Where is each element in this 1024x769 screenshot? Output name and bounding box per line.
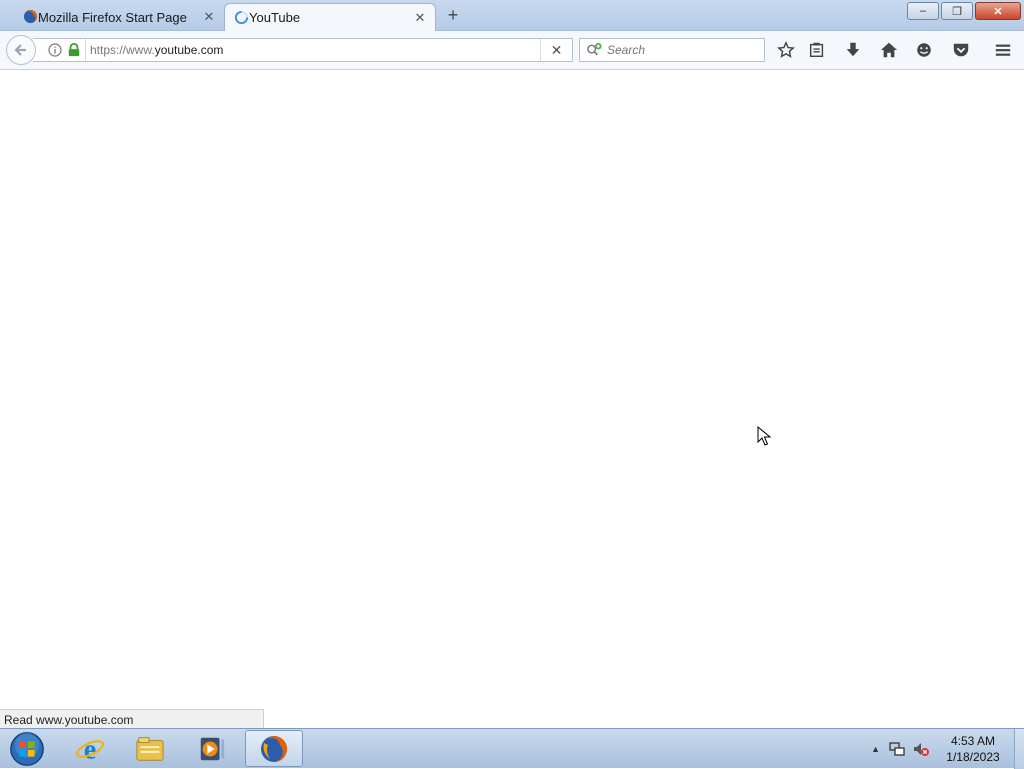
tab-close-icon[interactable]: ✕ bbox=[202, 10, 216, 24]
url-separator bbox=[85, 39, 86, 61]
restore-button[interactable]: ❐ bbox=[941, 2, 973, 20]
downloads-icon[interactable] bbox=[843, 40, 863, 60]
volume-muted-icon[interactable] bbox=[912, 740, 930, 758]
search-engine-icon[interactable] bbox=[586, 42, 603, 58]
search-bar[interactable] bbox=[579, 38, 765, 62]
media-player-icon bbox=[200, 737, 225, 760]
clock[interactable]: 4:53 AM 1/18/2023 bbox=[938, 733, 1008, 765]
new-tab-button[interactable]: + bbox=[443, 6, 463, 26]
tab-firefox-start-page[interactable]: Mozilla Firefox Start Page ✕ bbox=[14, 3, 224, 31]
loading-spinner-icon bbox=[234, 10, 249, 25]
taskbar-file-explorer[interactable] bbox=[121, 730, 179, 767]
window-controls: – ❐ ✕ bbox=[905, 2, 1021, 20]
taskbar-media-player[interactable] bbox=[183, 730, 241, 767]
clock-date: 1/18/2023 bbox=[946, 750, 1000, 764]
taskbar-internet-explorer[interactable]: e bbox=[61, 730, 119, 767]
page-content bbox=[0, 71, 1024, 709]
show-hidden-icons-icon[interactable]: ▲ bbox=[871, 744, 880, 754]
taskbar: e ▲ 4:53 AM 1/18/2023 bbox=[0, 728, 1024, 769]
home-icon[interactable] bbox=[879, 40, 899, 60]
system-tray: ▲ 4:53 AM 1/18/2023 bbox=[871, 729, 1024, 769]
site-info-icon[interactable] bbox=[47, 42, 63, 58]
tab-label: Mozilla Firefox Start Page bbox=[38, 9, 187, 25]
back-arrow-icon bbox=[14, 44, 26, 56]
close-window-button[interactable]: ✕ bbox=[975, 2, 1021, 20]
network-icon[interactable] bbox=[888, 740, 906, 758]
tab-youtube[interactable]: YouTube ✕ bbox=[224, 3, 436, 31]
firefox-icon bbox=[23, 9, 38, 24]
url-text[interactable]: https://www.youtube.com bbox=[90, 43, 540, 57]
file-explorer-icon bbox=[136, 736, 164, 761]
taskbar-firefox[interactable] bbox=[245, 730, 303, 767]
secure-lock-icon[interactable] bbox=[67, 43, 81, 57]
hello-icon[interactable] bbox=[914, 40, 934, 60]
firefox-icon bbox=[261, 735, 287, 762]
url-host: youtube.com bbox=[154, 43, 224, 57]
navigation-toolbar: https://www.youtube.com ✕ bbox=[0, 31, 1024, 70]
mouse-cursor-icon bbox=[757, 426, 771, 446]
start-button[interactable] bbox=[7, 730, 47, 768]
show-desktop-button[interactable] bbox=[1014, 729, 1024, 769]
search-input[interactable] bbox=[607, 43, 764, 57]
menu-icon[interactable] bbox=[993, 40, 1013, 60]
reading-list-icon[interactable] bbox=[807, 40, 827, 60]
stop-loading-button[interactable]: ✕ bbox=[540, 39, 572, 61]
url-prefix: https://www. bbox=[90, 43, 155, 57]
clock-time: 4:53 AM bbox=[950, 734, 996, 748]
tab-strip: Mozilla Firefox Start Page ✕ YouTube ✕ +… bbox=[0, 0, 1024, 31]
status-text: Read www.youtube.com bbox=[0, 709, 264, 729]
svg-text:e: e bbox=[84, 734, 96, 764]
internet-explorer-icon: e bbox=[76, 734, 104, 764]
pocket-icon[interactable] bbox=[951, 40, 971, 60]
back-button[interactable] bbox=[6, 35, 36, 65]
tab-close-icon[interactable]: ✕ bbox=[413, 10, 427, 25]
bookmark-star-icon[interactable] bbox=[776, 40, 796, 60]
minimize-button[interactable]: – bbox=[907, 2, 939, 20]
tab-label: YouTube bbox=[249, 10, 301, 25]
start-orb-icon bbox=[10, 732, 44, 766]
url-bar[interactable]: https://www.youtube.com ✕ bbox=[33, 38, 573, 62]
